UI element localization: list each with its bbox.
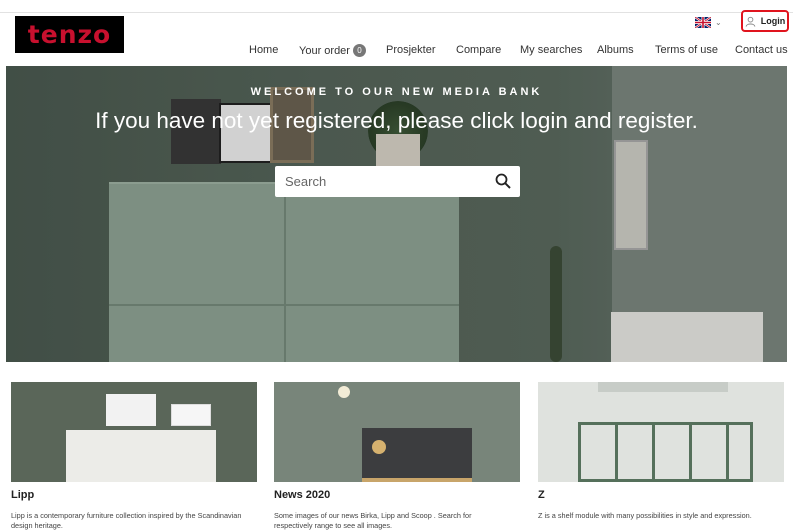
album-card-description: Z is a shelf module with many possibilit… — [538, 511, 752, 520]
search-icon[interactable] — [495, 173, 511, 189]
uk-flag-icon — [695, 17, 711, 28]
hero-title: If you have not yet registered, please c… — [95, 108, 698, 133]
login-button[interactable]: Login — [741, 10, 789, 32]
order-count-badge: 0 — [352, 44, 366, 57]
nav-my-searches[interactable]: My searches — [520, 44, 582, 56]
user-icon — [745, 16, 756, 27]
album-card-lipp[interactable]: Lipp Lipp is a contemporary furniture co… — [11, 382, 257, 531]
album-card-title[interactable]: News 2020 — [274, 489, 520, 501]
nav-terms[interactable]: Terms of use — [655, 44, 718, 56]
nav-contact[interactable]: Contact us — [735, 44, 788, 56]
album-card-title[interactable]: Z — [538, 489, 784, 501]
hero-kicker: WELCOME TO OUR NEW MEDIA BANK — [250, 86, 543, 98]
album-card-z[interactable]: Z Z is a shelf module with many possibil… — [538, 382, 784, 521]
search-input[interactable] — [275, 166, 475, 197]
album-card-title[interactable]: Lipp — [11, 489, 257, 501]
nav-compare[interactable]: Compare — [456, 44, 501, 56]
main-nav: Home Your order 0 Prosjekter Compare My s… — [0, 44, 793, 60]
nav-albums[interactable]: Albums — [597, 44, 634, 56]
nav-your-order-label: Your order — [299, 45, 350, 57]
nav-home[interactable]: Home — [249, 44, 278, 56]
chevron-down-icon: ⌄ — [715, 18, 722, 27]
album-card-image[interactable] — [538, 382, 784, 482]
nav-projects[interactable]: Prosjekter — [386, 44, 436, 56]
album-card-description: Some images of our news Birka, Lipp and … — [274, 511, 472, 530]
header-divider — [0, 12, 793, 13]
login-label: Login — [760, 16, 786, 26]
album-card-news-2020[interactable]: News 2020 Some images of our news Birka,… — [274, 382, 520, 531]
album-card-image[interactable] — [11, 382, 257, 482]
nav-your-order[interactable]: Your order 0 — [299, 44, 366, 57]
hero-search-box — [275, 166, 520, 197]
album-card-description: Lipp is a contemporary furniture collect… — [11, 511, 242, 530]
album-card-image[interactable] — [274, 382, 520, 482]
language-selector[interactable]: ⌄ — [695, 17, 722, 28]
